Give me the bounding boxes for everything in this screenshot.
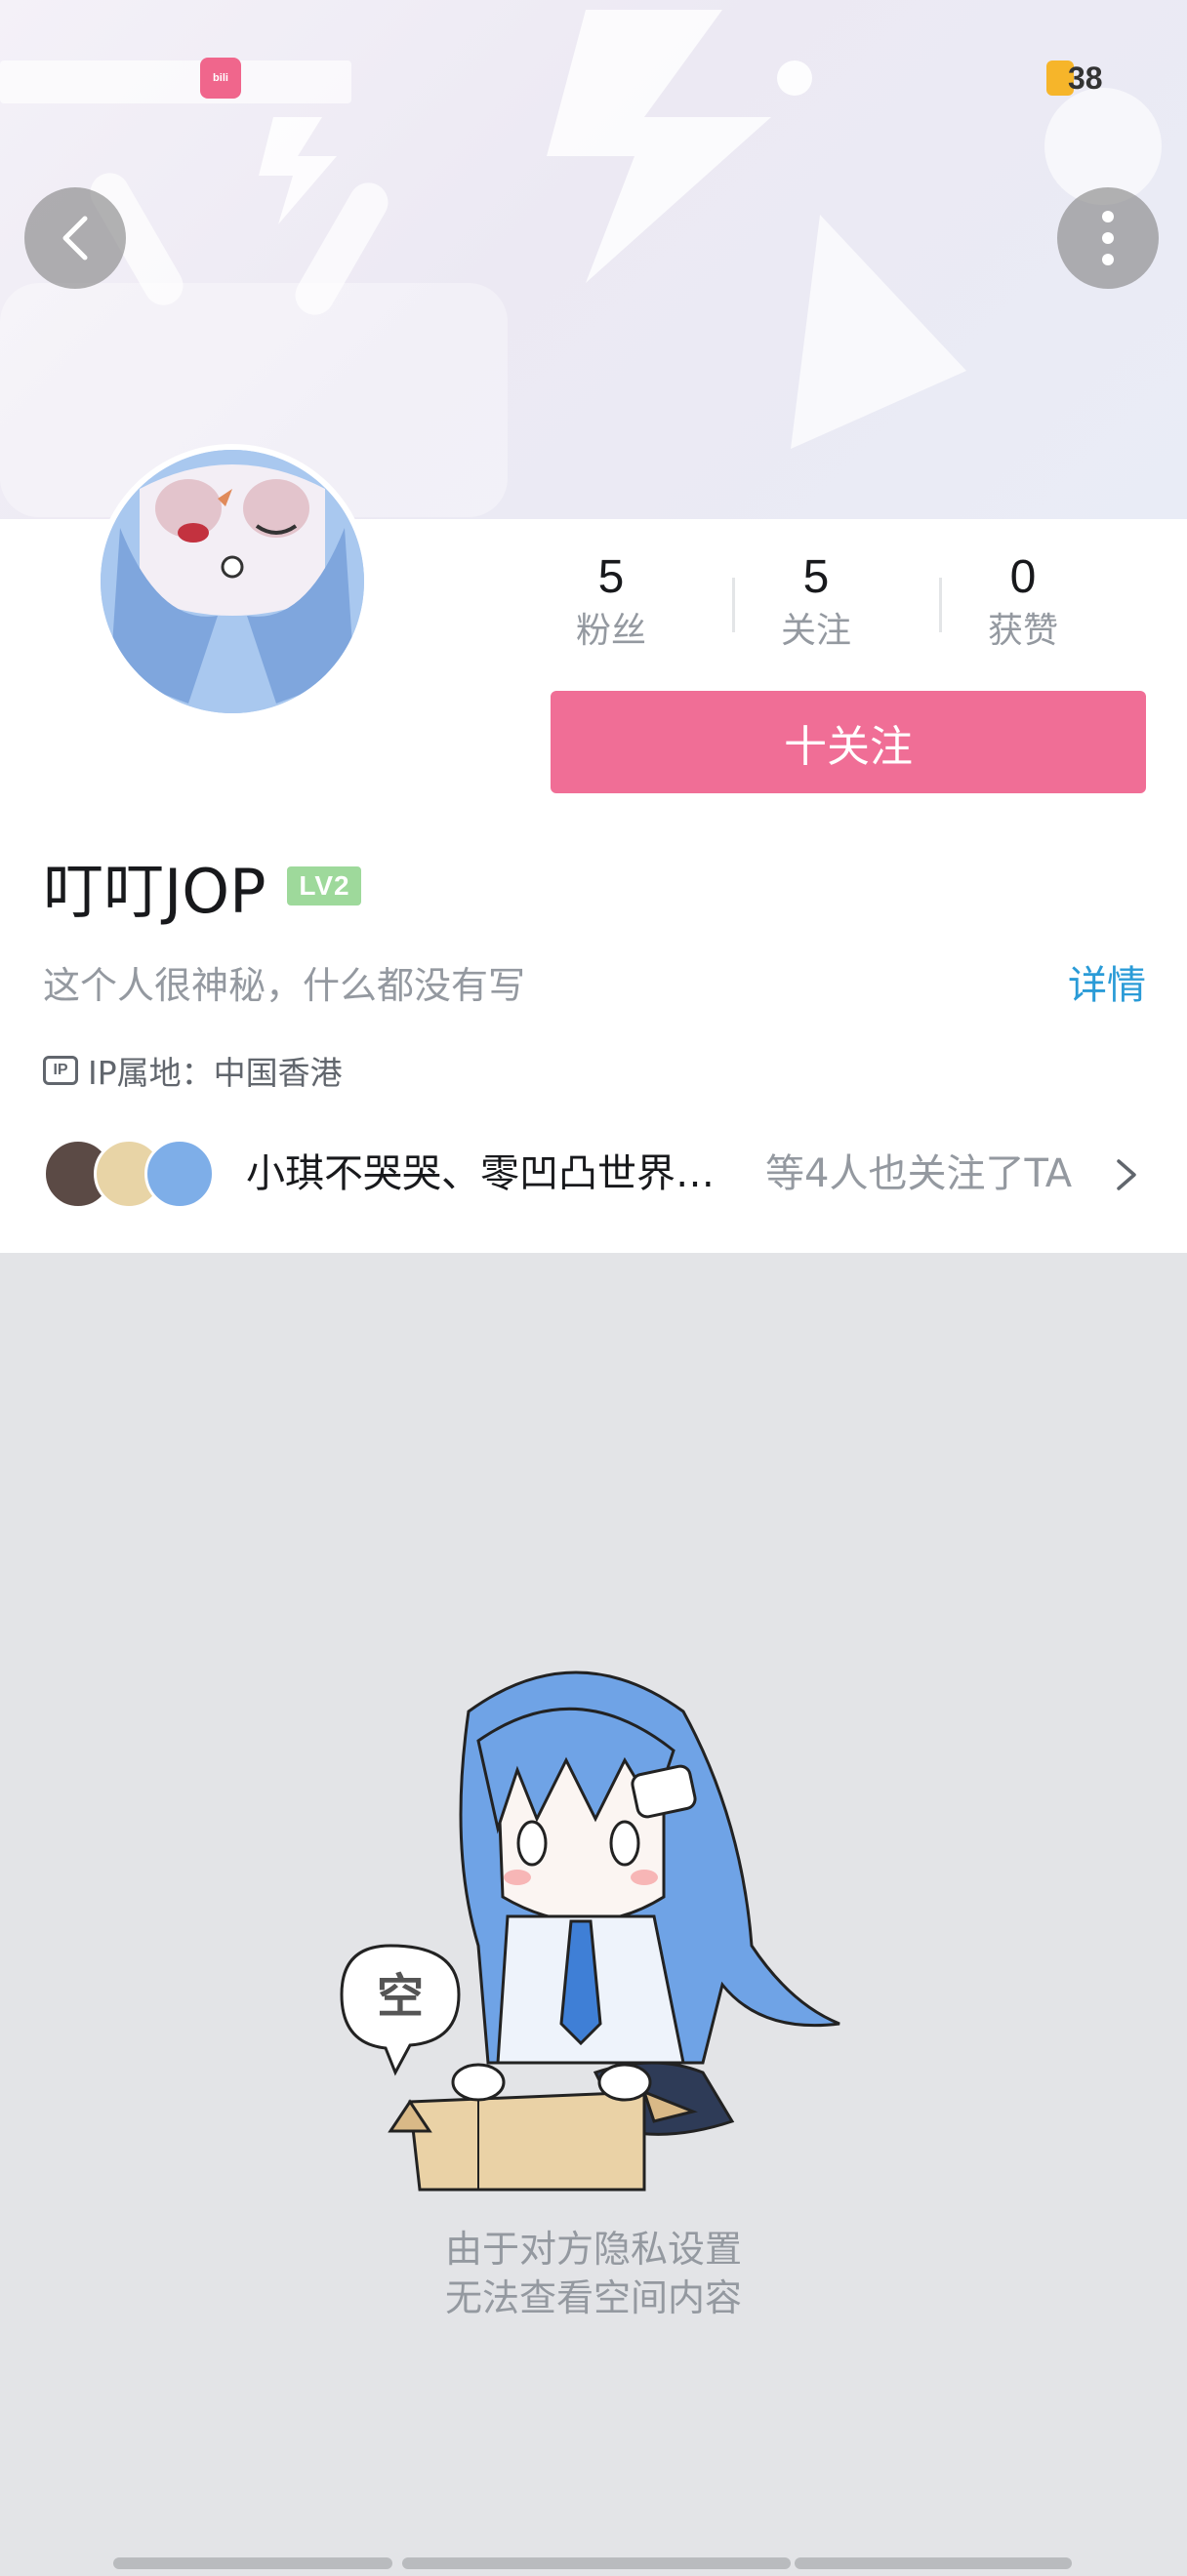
more-button[interactable] — [1057, 187, 1159, 289]
stat-divider — [732, 578, 735, 632]
space-content-area: 空 由于对方隐私设置 无法查看空间内容 — [0, 1253, 1187, 2576]
user-avatar[interactable] — [95, 444, 370, 719]
details-link[interactable]: 详情 — [1068, 956, 1146, 1015]
user-signature: 这个人很神秘，什么都没有写 — [43, 964, 526, 1007]
notification-indicator: 38 — [1046, 59, 1103, 98]
status-bar-blur — [0, 60, 351, 103]
stat-followers[interactable]: 5 粉丝 — [533, 548, 689, 656]
stats-bar: 5 粉丝 5 关注 0 获赞 — [527, 548, 1152, 665]
stat-label: 粉丝 — [575, 611, 646, 651]
bubble-text: 空 — [377, 1969, 424, 2024]
signature-row: 这个人很神秘，什么都没有写 详情 — [43, 956, 1146, 1015]
empty-message-line2: 无法查看空间内容 — [444, 2276, 742, 2319]
name-row: 叮叮JOP LV2 — [43, 847, 362, 927]
mutual-names: 小琪不哭哭、零凹凸世界… — [246, 1151, 715, 1196]
mutual-avatar — [144, 1139, 215, 1209]
stat-label: 获赞 — [987, 611, 1058, 651]
stat-likes[interactable]: 0 获赞 — [945, 548, 1101, 656]
stat-value: 5 — [802, 551, 830, 603]
ip-icon: IP — [43, 1056, 78, 1085]
profile-banner: bili 38 — [0, 0, 1187, 519]
chevron-right-icon — [1117, 1159, 1136, 1190]
ip-location-row: IP IP属地：中国香港 — [43, 1046, 343, 1095]
stat-label: 关注 — [780, 611, 851, 651]
mutual-follow-row[interactable]: 小琪不哭哭、零凹凸世界… 等4人也关注了TA — [43, 1132, 1146, 1216]
level-badge: LV2 — [287, 866, 362, 906]
mutual-suffix: 等4人也关注了TA — [765, 1151, 1073, 1196]
back-button[interactable] — [24, 187, 126, 289]
home-indicator-segment — [795, 2557, 1072, 2569]
home-indicator-segment — [402, 2557, 791, 2569]
clock-icon — [777, 60, 812, 96]
notification-count: 38 — [1068, 60, 1103, 96]
bilibili-logo-icon: bili — [200, 58, 241, 99]
empty-message-line1: 由于对方隐私设置 — [444, 2228, 742, 2271]
stat-value: 0 — [1009, 551, 1037, 603]
mutual-avatars — [43, 1139, 219, 1209]
username: 叮叮JOP — [43, 856, 266, 927]
ip-location-text: IP属地：中国香港 — [88, 1054, 343, 1092]
home-indicator-segment — [113, 2557, 392, 2569]
stat-value: 5 — [597, 551, 625, 603]
status-bar: bili 38 — [0, 39, 1187, 117]
vertical-dots-icon — [1102, 211, 1114, 265]
stat-divider — [939, 578, 942, 632]
stat-following[interactable]: 5 关注 — [738, 548, 894, 656]
follow-button[interactable]: 十关注 — [551, 691, 1146, 793]
empty-space-illustration: 空 — [340, 1670, 840, 2192]
chevron-left-icon — [62, 216, 88, 261]
avatar-image — [101, 450, 364, 713]
